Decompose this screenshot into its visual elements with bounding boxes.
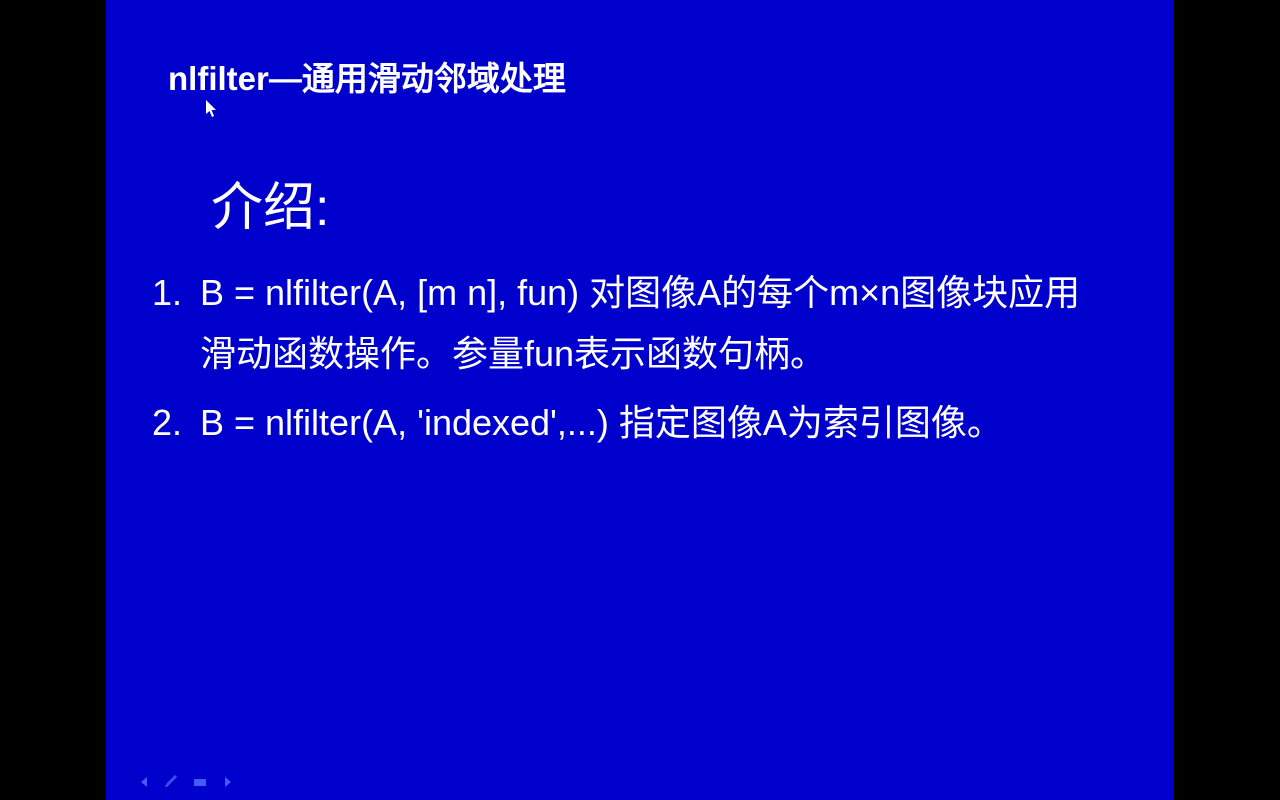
list-item-number: 1.: [145, 262, 200, 384]
previous-slide-icon[interactable]: [136, 774, 152, 790]
list-item: 2. B = nlfilter(A, 'indexed',...) 指定图像A为…: [145, 392, 1105, 453]
list-item-content: B = nlfilter(A, [m n], fun) 对图像A的每个m×n图像…: [200, 262, 1105, 384]
section-heading: 介绍:: [211, 165, 329, 240]
content-list: 1. B = nlfilter(A, [m n], fun) 对图像A的每个m×…: [145, 262, 1105, 462]
slide-title: nlfilter—通用滑动邻域处理: [168, 52, 566, 100]
list-item-number: 2.: [145, 392, 200, 453]
pen-icon[interactable]: [164, 774, 180, 790]
list-item-content: B = nlfilter(A, 'indexed',...) 指定图像A为索引图…: [200, 392, 1105, 453]
menu-icon[interactable]: [192, 774, 208, 790]
cursor-pointer-icon: [206, 100, 218, 123]
next-slide-icon[interactable]: [220, 774, 236, 790]
slide-navigation: [136, 774, 236, 790]
list-item: 1. B = nlfilter(A, [m n], fun) 对图像A的每个m×…: [145, 262, 1105, 384]
presentation-slide: nlfilter—通用滑动邻域处理 介绍: 1. B = nlfilter(A,…: [106, 0, 1174, 800]
